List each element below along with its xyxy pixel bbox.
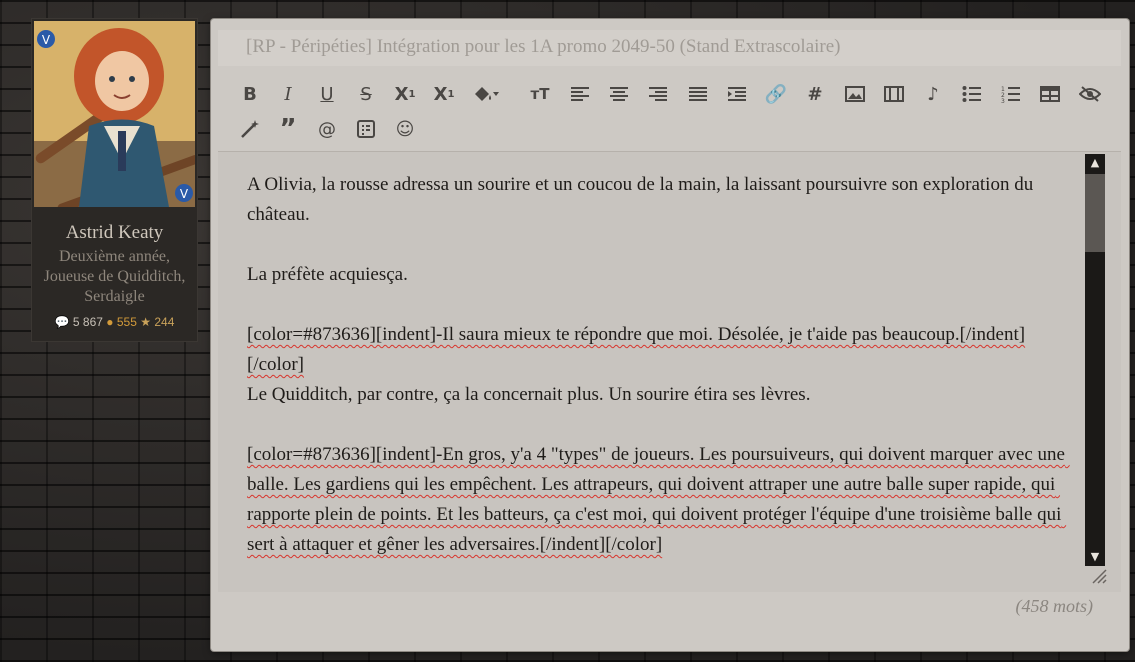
emoji-icon[interactable]: ☺	[388, 114, 422, 144]
superscript-icon[interactable]: X1	[427, 79, 461, 109]
resize-handle-icon[interactable]	[1089, 566, 1107, 584]
video-icon[interactable]	[877, 79, 911, 109]
strikethrough-icon[interactable]: S	[349, 79, 383, 109]
mention-icon[interactable]: @	[310, 114, 344, 144]
scroll-up-icon[interactable]: ▲	[1085, 154, 1105, 172]
gold-count: 555	[116, 315, 137, 329]
textarea-scrollbar[interactable]: ▲ ▼	[1085, 154, 1105, 566]
bold-icon[interactable]: B	[233, 79, 267, 109]
paragraph-1: A Olivia, la rousse adressa un sourire e…	[247, 174, 1038, 225]
svg-text:3: 3	[1001, 98, 1005, 103]
link-icon[interactable]: 🔗	[759, 79, 793, 109]
post-editor: [RP - Péripéties] Intégration pour les 1…	[211, 19, 1129, 651]
profile-stats: 💬 5 867 ● 555 ★ 244	[32, 315, 197, 329]
table-icon[interactable]	[1033, 79, 1067, 109]
italic-icon[interactable]: I	[271, 79, 305, 109]
word-count: (458 mots)	[1015, 596, 1094, 616]
subscript-icon[interactable]: X1	[388, 79, 422, 109]
message-content[interactable]: A Olivia, la rousse adressa un sourire e…	[247, 170, 1077, 560]
svg-text:V: V	[42, 33, 51, 47]
editor-toolbar: B I U S X1 X1 ᴛT 🔗 # ♪ 1 2 3 ” @ ☺	[231, 79, 1111, 155]
paragraph-3a: [color=#873636][indent]-Il saura mieux t…	[247, 324, 1026, 375]
paragraph-2: La préfète acquiesça.	[247, 264, 408, 285]
image-icon[interactable]	[838, 79, 872, 109]
music-icon[interactable]: ♪	[916, 79, 950, 109]
align-right-icon[interactable]	[641, 79, 675, 109]
quote-icon[interactable]: ”	[271, 114, 305, 144]
profile-card: V V Astrid Keaty Deuxième année, Joueuse…	[31, 18, 198, 342]
underline-icon[interactable]: U	[310, 79, 344, 109]
indent-icon[interactable]	[720, 79, 754, 109]
character-portrait-icon: V V	[34, 21, 195, 207]
hashtag-icon[interactable]: #	[798, 79, 832, 109]
bullet-list-icon[interactable]	[955, 79, 989, 109]
paragraph-3b: Le Quidditch, par contre, ça la concerna…	[247, 384, 811, 405]
numbered-list-icon[interactable]: 123	[994, 79, 1028, 109]
spoiler-icon[interactable]	[349, 114, 383, 144]
align-center-icon[interactable]	[602, 79, 636, 109]
star-icon: ★	[140, 315, 152, 329]
scroll-down-icon[interactable]: ▼	[1085, 548, 1105, 566]
align-left-icon[interactable]	[563, 79, 597, 109]
align-justify-icon[interactable]	[681, 79, 715, 109]
message-textarea[interactable]: A Olivia, la rousse adressa un sourire e…	[218, 151, 1121, 592]
profile-name[interactable]: Astrid Keaty	[32, 222, 197, 244]
stars-count: 244	[154, 315, 175, 329]
profile-role: Deuxième année, Joueuse de Quidditch, Se…	[43, 248, 186, 305]
gold-icon: ●	[106, 315, 114, 329]
paragraph-4: [color=#873636][indent]-En gros, y'a 4 "…	[247, 444, 1070, 555]
font-size-icon[interactable]: ᴛT	[523, 79, 557, 109]
svg-text:V: V	[180, 187, 189, 201]
scroll-thumb[interactable]	[1085, 174, 1105, 252]
messages-icon: 💬	[54, 315, 70, 329]
fill-color-icon[interactable]	[469, 79, 503, 109]
avatar[interactable]: V V	[34, 21, 195, 207]
subject-field[interactable]: [RP - Péripéties] Intégration pour les 1…	[218, 30, 1121, 66]
magic-wand-icon[interactable]	[233, 114, 267, 144]
messages-count: 5 867	[72, 315, 103, 329]
hide-icon[interactable]	[1073, 79, 1107, 109]
